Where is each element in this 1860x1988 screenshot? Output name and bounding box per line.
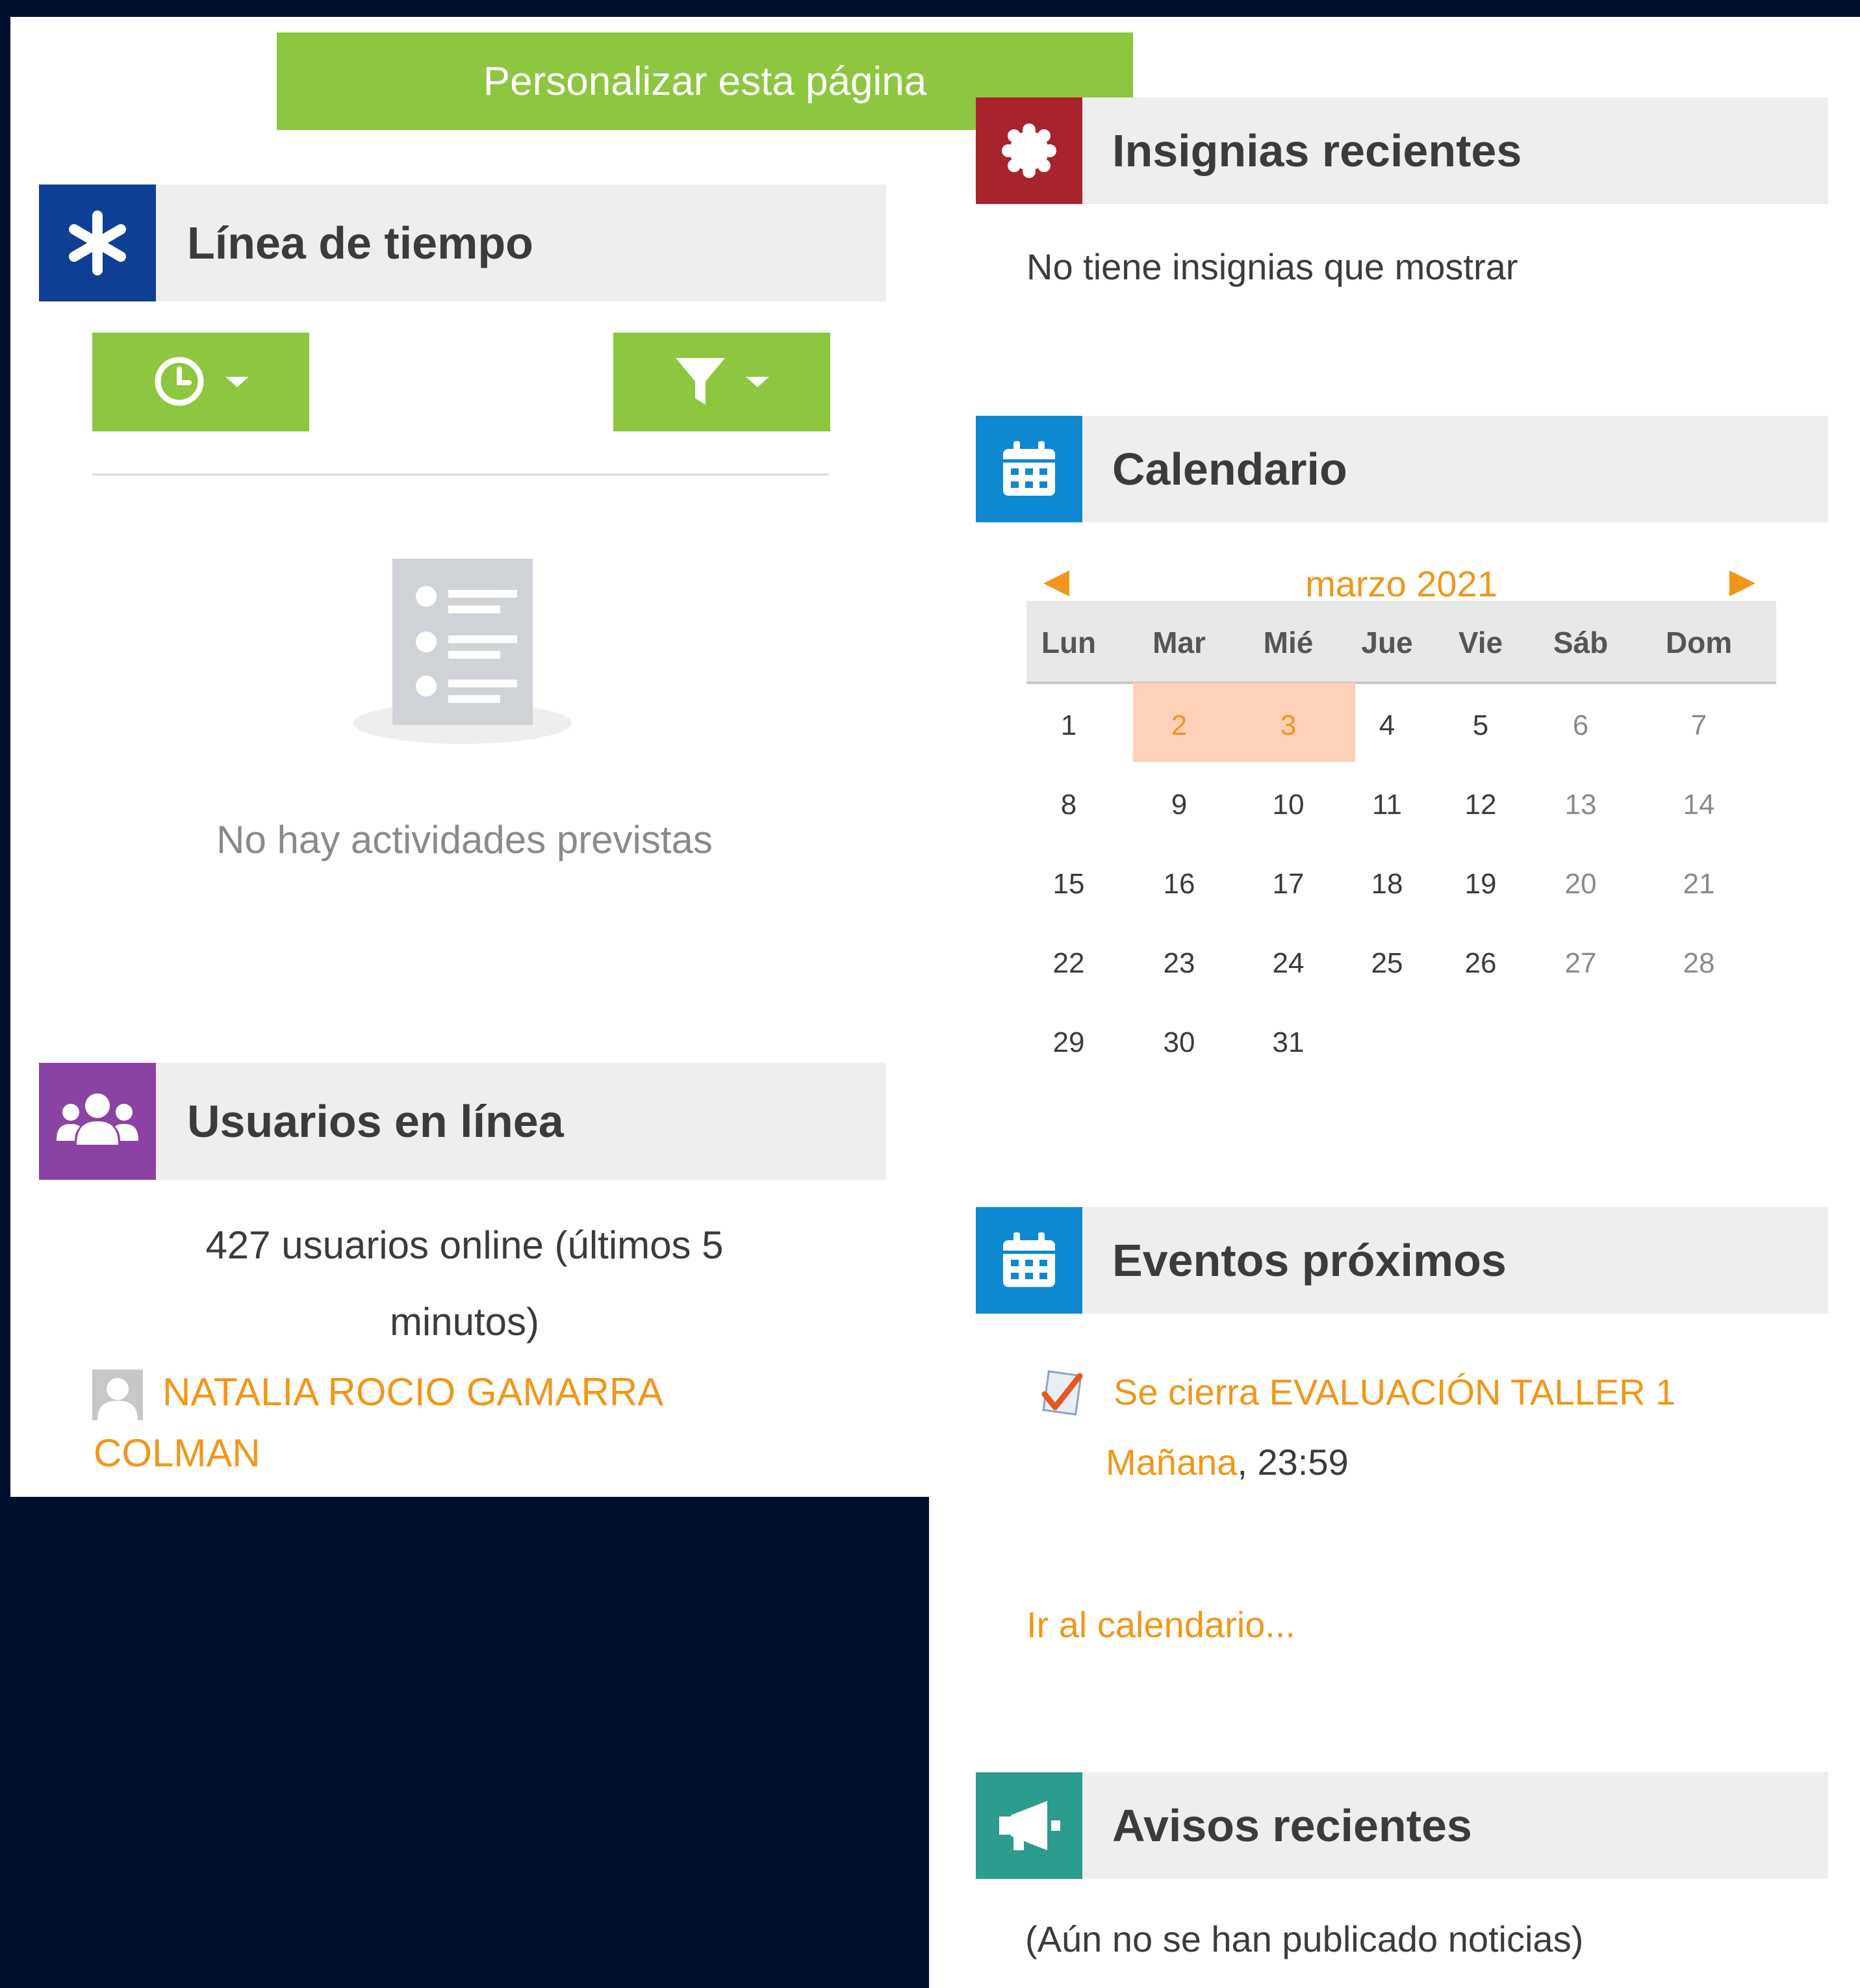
calendar-day[interactable]: 20 bbox=[1538, 852, 1623, 917]
calendar-icon bbox=[976, 416, 1082, 522]
calendar-day[interactable]: 15 bbox=[1026, 852, 1111, 917]
online-user-link-continued[interactable]: COLMAN bbox=[94, 1431, 261, 1475]
calendar-day[interactable]: 31 bbox=[1246, 1010, 1331, 1075]
calendar-day[interactable]: 21 bbox=[1657, 852, 1741, 917]
calendar-day-name: Lun bbox=[1041, 626, 1097, 659]
chevron-down-icon bbox=[225, 377, 249, 387]
online-users-summary-line2: minutos) bbox=[389, 1300, 540, 1344]
calendar-day[interactable]: 9 bbox=[1137, 772, 1221, 837]
event-time: , 23:59 bbox=[1237, 1442, 1349, 1483]
calendar-day[interactable]: 28 bbox=[1657, 931, 1741, 996]
timeline-empty-text: No hay actividades previstas bbox=[216, 818, 713, 861]
calendar-day[interactable]: 11 bbox=[1345, 772, 1429, 837]
calendar-month-label: marzo 2021 bbox=[1305, 563, 1497, 604]
assignment-check-icon bbox=[1039, 1370, 1086, 1416]
calendar-day[interactable]: 25 bbox=[1345, 931, 1429, 996]
calendar-day[interactable]: 27 bbox=[1538, 931, 1623, 996]
asterisk-icon bbox=[39, 185, 156, 301]
timeline-block-header: Línea de tiempo bbox=[39, 185, 886, 301]
online-users-summary-line1: 427 usuarios online (últimos 5 bbox=[205, 1223, 724, 1267]
calendar-day-name: Mié bbox=[1263, 626, 1314, 659]
calendar-day[interactable]: 14 bbox=[1657, 772, 1741, 837]
calendar-day[interactable]: 24 bbox=[1246, 931, 1331, 996]
badge-icon bbox=[976, 97, 1082, 204]
calendar-day[interactable]: 19 bbox=[1438, 852, 1523, 917]
calendar-day[interactable]: 2 bbox=[1137, 693, 1221, 758]
calendar-day-name: Mar bbox=[1153, 626, 1206, 659]
timeline-sort-dropdown[interactable] bbox=[92, 333, 309, 431]
calendar-day-name: Jue bbox=[1361, 626, 1413, 659]
events-block-header: Eventos próximos bbox=[976, 1207, 1828, 1314]
calendar-day[interactable]: 26 bbox=[1438, 931, 1523, 996]
calendar-day[interactable]: 22 bbox=[1026, 931, 1111, 996]
megaphone-icon bbox=[976, 1772, 1082, 1879]
calendar-day[interactable]: 30 bbox=[1137, 1010, 1221, 1075]
timeline-title: Línea de tiempo bbox=[187, 218, 533, 268]
badges-empty-text: No tiene insignias que mostrar bbox=[1026, 246, 1518, 287]
calendar-day[interactable]: 23 bbox=[1137, 931, 1221, 996]
event-day-link[interactable]: Mañana bbox=[1106, 1442, 1237, 1483]
filter-icon bbox=[674, 355, 726, 409]
calendar-day-name: Vie bbox=[1458, 626, 1503, 659]
online-users-block-header: Usuarios en línea bbox=[39, 1063, 886, 1180]
calendar-day-name: Dom bbox=[1665, 626, 1733, 659]
calendar-day[interactable]: 12 bbox=[1438, 772, 1523, 837]
calendar-day[interactable]: 7 bbox=[1657, 693, 1741, 758]
empty-list-icon bbox=[353, 559, 572, 747]
calendar-icon bbox=[976, 1207, 1082, 1314]
calendar-day[interactable]: 13 bbox=[1538, 772, 1623, 837]
calendar-next-arrow[interactable] bbox=[1729, 570, 1755, 596]
calendar-day[interactable]: 18 bbox=[1345, 852, 1429, 917]
calendar-day[interactable]: 17 bbox=[1246, 852, 1331, 917]
online-users-title: Usuarios en línea bbox=[187, 1096, 564, 1147]
calendar-day[interactable]: 8 bbox=[1026, 772, 1111, 837]
badges-block-header: Insignias recientes bbox=[976, 97, 1828, 204]
calendar-day[interactable]: 29 bbox=[1026, 1010, 1111, 1075]
news-empty-text: (Aún no se han publicado noticias) bbox=[1025, 1918, 1584, 1959]
event-link[interactable]: Se cierra EVALUACIÓN TALLER 1 bbox=[1114, 1371, 1675, 1413]
go-to-calendar-link[interactable]: Ir al calendario... bbox=[1026, 1603, 1295, 1646]
clock-icon bbox=[153, 355, 206, 410]
chevron-down-icon bbox=[746, 377, 769, 387]
events-title: Eventos próximos bbox=[1112, 1235, 1507, 1286]
calendar-day[interactable]: 10 bbox=[1246, 772, 1331, 837]
calendar-day[interactable]: 3 bbox=[1246, 693, 1331, 758]
calendar-block-header: Calendario bbox=[976, 416, 1828, 522]
calendar-day[interactable]: 16 bbox=[1137, 852, 1221, 917]
avatar[interactable] bbox=[92, 1370, 143, 1420]
calendar-day-name: Sáb bbox=[1553, 626, 1609, 659]
timeline-divider bbox=[92, 474, 829, 476]
calendar-day[interactable]: 5 bbox=[1438, 693, 1523, 758]
news-title: Avisos recientes bbox=[1112, 1800, 1472, 1851]
right-column bbox=[929, 17, 1860, 1988]
online-user-link[interactable]: NATALIA ROCIO GAMARRA bbox=[162, 1370, 663, 1414]
calendar-day[interactable]: 4 bbox=[1345, 693, 1429, 758]
calendar-header-bg bbox=[976, 416, 1828, 522]
badges-title: Insignias recientes bbox=[1112, 125, 1522, 176]
calendar-day[interactable]: 6 bbox=[1538, 693, 1623, 758]
timeline-filter-dropdown[interactable] bbox=[613, 333, 830, 431]
calendar-day[interactable]: 1 bbox=[1026, 693, 1111, 758]
calendar-title: Calendario bbox=[1112, 444, 1347, 494]
news-block-header: Avisos recientes bbox=[976, 1772, 1828, 1879]
users-icon bbox=[39, 1063, 156, 1180]
event-date: Mañana, 23:59 bbox=[1106, 1441, 1349, 1483]
